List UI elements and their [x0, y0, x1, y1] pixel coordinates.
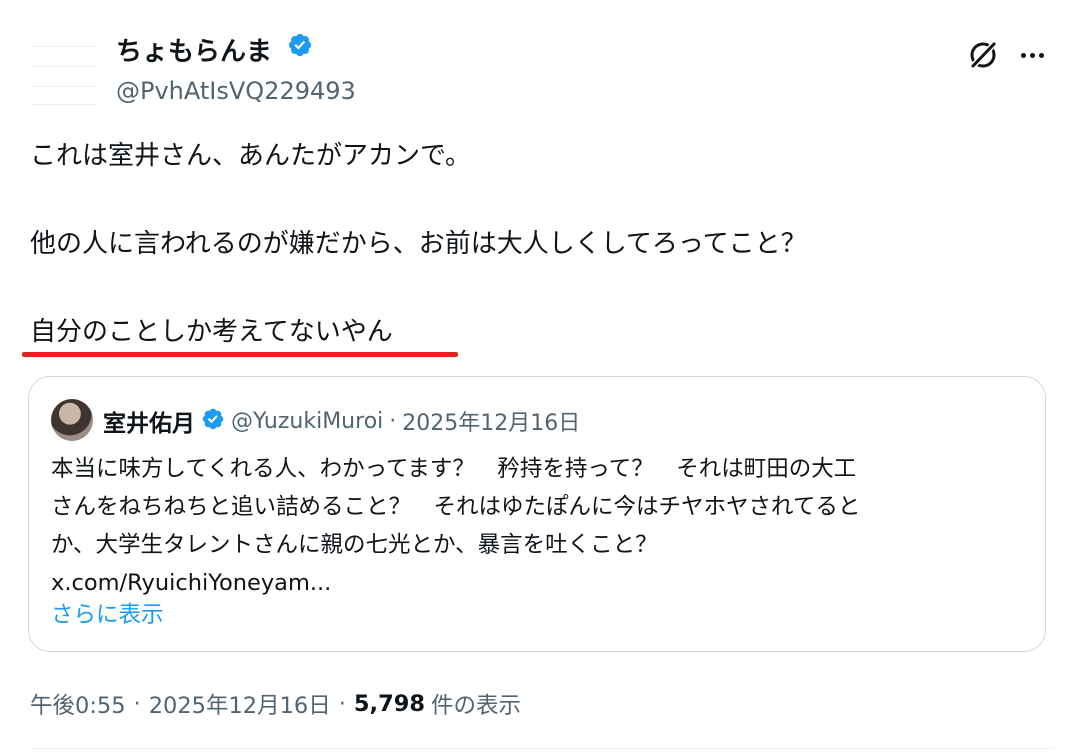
post-date[interactable]: 2025年12月16日: [149, 688, 331, 720]
quote-author-handle[interactable]: @YuzukiMuroi: [231, 409, 383, 434]
author-avatar[interactable]: [28, 40, 100, 112]
author-name-text: ちょもらんま: [116, 37, 273, 67]
views-count: 5,798: [353, 691, 426, 717]
quote-text-line-2: さんをねちねちと追い詰めること？ それはゆたぽんに今はチヤホヤされてると: [51, 494, 861, 520]
post-text-line-3: 自分のことしか考えてないやん: [30, 317, 393, 347]
author-display-name[interactable]: ちょもらんま: [116, 32, 313, 71]
red-underline-annotation: [22, 352, 458, 357]
more-options-icon[interactable]: [1014, 40, 1050, 70]
post-meta: 午後0:55 · 2025年12月16日 · 5,798 件の表示: [30, 686, 521, 722]
quote-separator: ·: [389, 408, 397, 434]
show-more-link[interactable]: さらに表示: [51, 597, 164, 633]
post-text-line-1: これは室井さん、あんたがアカンで。: [30, 141, 471, 171]
quote-author-avatar[interactable]: [51, 399, 93, 441]
verified-badge-icon[interactable]: [287, 32, 313, 68]
quote-date[interactable]: 2025年12月16日: [402, 405, 580, 437]
post-text-line-2: 他の人に言われるのが嫌だから、お前は大人しくしてろってこと？: [30, 229, 807, 259]
verified-badge-icon[interactable]: [201, 407, 225, 435]
quote-author-name[interactable]: 室井佑月: [103, 404, 195, 438]
grok-icon[interactable]: [966, 38, 1000, 72]
divider: [28, 748, 1054, 749]
quote-text-line-1: 本当に味方してくれる人、わかってます？ 矜持を持って？ それは町田の大工: [51, 456, 857, 482]
post-time[interactable]: 午後0:55: [30, 688, 126, 720]
meta-separator: ·: [133, 691, 141, 717]
quote-text-line-3: か、大学生タレントさんに親の七光とか、暴言を吐くこと？: [51, 532, 658, 558]
views-label: 件の表示: [431, 693, 522, 719]
quote-header: 室井佑月 @YuzukiMuroi · 2025年12月16日: [103, 401, 580, 441]
quoted-post-card[interactable]: 室井佑月 @YuzukiMuroi · 2025年12月16日 本当に味方してく…: [28, 376, 1046, 652]
author-handle[interactable]: @PvhAtIsVQ229493: [116, 74, 356, 108]
meta-separator: ·: [338, 691, 346, 717]
quote-link[interactable]: x.com/RyuichiYoneyam...: [51, 565, 331, 601]
